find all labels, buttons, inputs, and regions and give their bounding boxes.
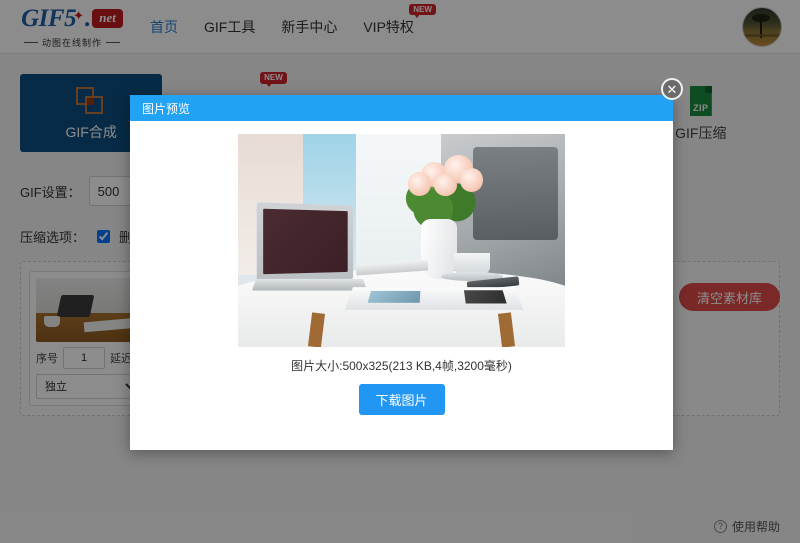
download-image-button[interactable]: 下载图片	[358, 384, 445, 415]
close-icon[interactable]: ✕	[661, 78, 683, 100]
image-preview-dialog: 图片预览 ✕ 图片大小:500x325(213 KB,4帧,3200毫秒) 下载…	[130, 78, 683, 450]
preview-image	[238, 134, 565, 347]
dialog-body: 图片大小:500x325(213 KB,4帧,3200毫秒) 下载图片	[130, 121, 673, 450]
dialog-title: 图片预览	[142, 101, 191, 116]
dialog-title-bar: 图片预览	[130, 95, 673, 121]
image-size-caption: 图片大小:500x325(213 KB,4帧,3200毫秒)	[291, 359, 512, 373]
